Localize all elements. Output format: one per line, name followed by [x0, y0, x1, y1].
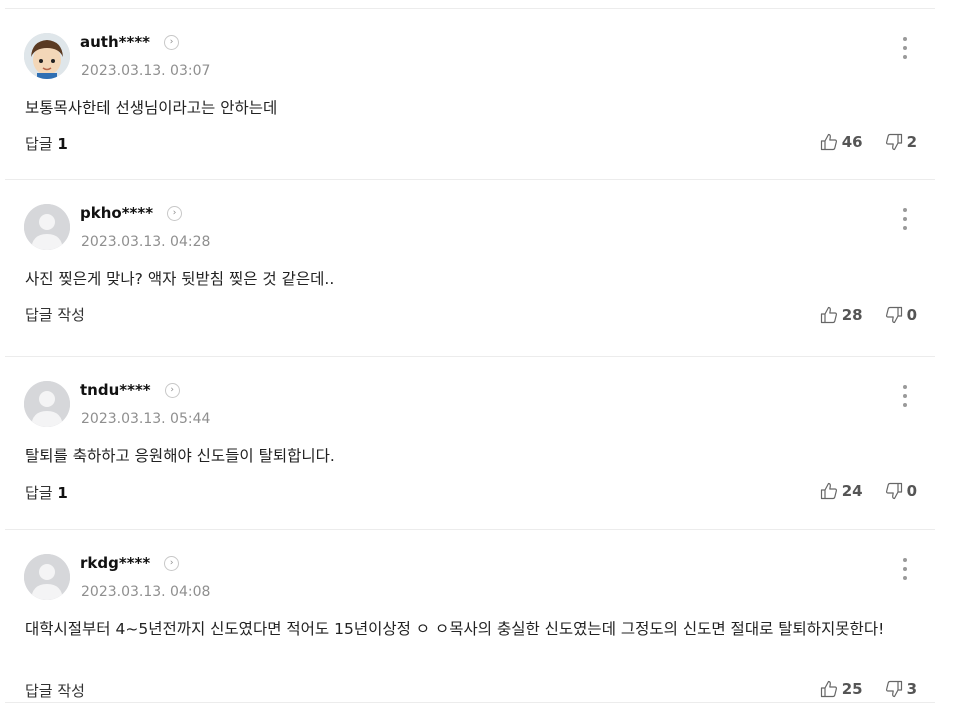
comment-text: 사진 찢은게 맞나? 액자 뒷받침 찢은 것 같은데.. — [25, 270, 335, 288]
comment-date: 2023.03.13. 04:08 — [81, 584, 211, 600]
like-button[interactable]: 46 — [820, 133, 863, 151]
thumbs-up-icon — [820, 133, 837, 151]
thumbs-up-icon — [820, 306, 837, 324]
like-button[interactable]: 24 — [820, 482, 863, 500]
comment-date: 2023.03.13. 04:28 — [81, 234, 211, 250]
more-options-icon[interactable] — [902, 37, 908, 59]
default-avatar-icon — [24, 204, 70, 250]
reply-label: 답글 — [25, 135, 53, 153]
dislike-count: 0 — [906, 482, 917, 500]
comment-item: rkdg**** › 2023.03.13. 04:08 대학시절부터 4~5년… — [5, 530, 935, 703]
default-avatar-icon — [24, 381, 70, 427]
like-button[interactable]: 25 — [820, 680, 863, 698]
vote-group: 46 2 — [820, 133, 917, 151]
thumbs-down-icon — [885, 306, 902, 324]
chevron-right-icon[interactable]: › — [164, 34, 180, 50]
like-count: 46 — [841, 133, 863, 151]
avatar[interactable] — [24, 381, 70, 427]
comment-author[interactable]: auth**** › — [80, 33, 180, 51]
reply-label: 답글 — [25, 484, 53, 502]
comment-text: 대학시절부터 4~5년전까지 신도였다면 적어도 15년이상정 ㅇ ㅇ목사의 충… — [25, 620, 885, 638]
reply-count: 1 — [57, 135, 68, 153]
comment-date: 2023.03.13. 05:44 — [81, 411, 211, 427]
comment-author[interactable]: rkdg**** › — [80, 554, 180, 572]
comment-item: pkho**** › 2023.03.13. 04:28 사진 찢은게 맞나? … — [5, 180, 935, 357]
comment-text: 보통목사한테 선생님이라고는 안하는데 — [25, 99, 278, 117]
comment-list: auth**** › 2023.03.13. 03:07 보통목사한테 선생님이… — [5, 0, 935, 703]
chevron-right-icon[interactable]: › — [164, 382, 180, 398]
dislike-count: 0 — [906, 306, 917, 324]
comment-author[interactable]: pkho**** › — [80, 204, 183, 222]
reply-button[interactable]: 답글 1 — [25, 482, 68, 503]
thumbs-up-icon — [820, 482, 837, 500]
chevron-right-icon[interactable]: › — [167, 205, 183, 221]
author-name[interactable]: tndu**** — [80, 381, 151, 399]
avatar[interactable] — [24, 554, 70, 600]
thumbs-down-icon — [885, 680, 902, 698]
like-count: 28 — [841, 306, 863, 324]
comment-item: tndu**** › 2023.03.13. 05:44 탈퇴를 축하하고 응원… — [5, 357, 935, 530]
comment-date: 2023.03.13. 03:07 — [81, 63, 211, 79]
more-options-icon[interactable] — [902, 558, 908, 580]
like-button[interactable]: 28 — [820, 306, 863, 324]
thumbs-up-icon — [820, 680, 837, 698]
divider — [5, 0, 935, 9]
reply-count: 1 — [57, 484, 68, 502]
like-count: 24 — [841, 482, 863, 500]
chevron-right-icon[interactable]: › — [164, 555, 180, 571]
dislike-button[interactable]: 2 — [885, 133, 917, 151]
avatar[interactable] — [24, 33, 70, 79]
comment-item: auth**** › 2023.03.13. 03:07 보통목사한테 선생님이… — [5, 9, 935, 180]
dislike-count: 3 — [906, 680, 917, 698]
avatar[interactable] — [24, 204, 70, 250]
character-avatar-icon — [24, 33, 70, 79]
author-name[interactable]: pkho**** — [80, 204, 153, 222]
like-count: 25 — [841, 680, 863, 698]
author-name[interactable]: auth**** — [80, 33, 150, 51]
vote-group: 25 3 — [820, 680, 917, 698]
write-reply-button[interactable]: 답글 작성 — [25, 680, 85, 701]
dislike-button[interactable]: 0 — [885, 306, 917, 324]
default-avatar-icon — [24, 554, 70, 600]
author-name[interactable]: rkdg**** — [80, 554, 150, 572]
thumbs-down-icon — [885, 482, 902, 500]
vote-group: 28 0 — [820, 306, 917, 324]
comment-author[interactable]: tndu**** › — [80, 381, 180, 399]
more-options-icon[interactable] — [902, 385, 908, 407]
dislike-count: 2 — [906, 133, 917, 151]
dislike-button[interactable]: 0 — [885, 482, 917, 500]
reply-button[interactable]: 답글 1 — [25, 133, 68, 154]
comment-text: 탈퇴를 축하하고 응원해야 신도들이 탈퇴합니다. — [25, 447, 335, 465]
more-options-icon[interactable] — [902, 208, 908, 230]
dislike-button[interactable]: 3 — [885, 680, 917, 698]
vote-group: 24 0 — [820, 482, 917, 500]
write-reply-button[interactable]: 답글 작성 — [25, 304, 85, 325]
thumbs-down-icon — [885, 133, 902, 151]
